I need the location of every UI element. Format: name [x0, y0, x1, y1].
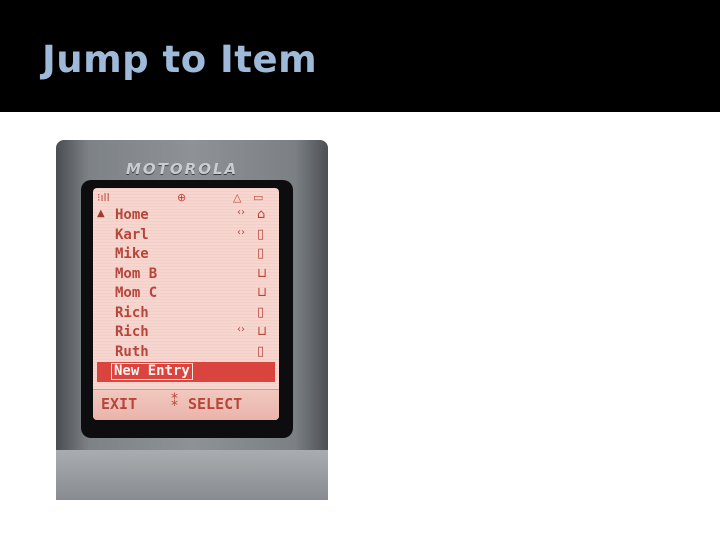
- alert-icon: △: [233, 191, 242, 204]
- contact-row[interactable]: New Entry: [97, 362, 275, 382]
- exit-softkey[interactable]: EXIT: [101, 395, 137, 413]
- mobile-icon: ▯: [257, 226, 265, 242]
- signal-icon: ⁝ıll: [97, 191, 110, 204]
- mobile-icon: ▯: [257, 246, 265, 261]
- contact-row[interactable]: Ruth ▯: [97, 343, 279, 363]
- select-softkey[interactable]: SELECT: [188, 395, 242, 413]
- phonebook-icon: ⊕: [177, 191, 187, 204]
- contact-name: Mom B: [115, 265, 158, 282]
- slide-title: Jump to Item: [42, 38, 318, 81]
- contact-row[interactable]: Mike ▯: [97, 245, 279, 265]
- brand-logo: MOTOROLA: [126, 160, 239, 178]
- contact-row[interactable]: Mom C ⊔: [97, 284, 279, 304]
- contact-row[interactable]: ▲ Home ‹› ⌂: [97, 206, 279, 226]
- ringer-icon: ‹›: [237, 207, 245, 218]
- contact-name: Karl: [115, 226, 149, 243]
- house-icon: ⌂: [257, 207, 266, 222]
- ringer-icon: ‹›: [237, 324, 245, 335]
- phone-photo: MOTOROLA ⁝ıll ⊕ △ ▭ ▲ Home ‹› ⌂ Karl ‹› ▯ Mike ▯…: [56, 140, 328, 500]
- contact-list[interactable]: ▲ Home ‹› ⌂ Karl ‹› ▯ Mike ▯ Mom B ⊔ Mom C ⊔ Rich ▯ Ric…: [97, 206, 279, 382]
- ringer-icon: ‹›: [237, 226, 245, 238]
- contact-name: Mom C: [115, 285, 158, 301]
- work-icon: ⊔: [257, 324, 268, 339]
- mobile-icon: ▯: [257, 304, 265, 320]
- work-icon: ⊔: [257, 285, 268, 300]
- contact-row[interactable]: Karl ‹› ▯: [97, 226, 279, 246]
- battery-icon: ▭: [253, 191, 264, 204]
- contact-name: Ruth: [115, 343, 149, 360]
- contact-name: Mike: [115, 246, 149, 262]
- phone-screen: ⁝ıll ⊕ △ ▭ ▲ Home ‹› ⌂ Karl ‹› ▯ Mike ▯ Mom B ⊔ Mom…: [93, 188, 279, 420]
- status-bar: ⁝ıll ⊕ △ ▭: [97, 191, 275, 205]
- contact-name: Rich: [115, 304, 149, 321]
- contact-row[interactable]: Mom B ⊔: [97, 265, 279, 285]
- work-icon: ⊔: [257, 265, 268, 281]
- menu-icon[interactable]: ⁑: [171, 394, 178, 410]
- contact-row[interactable]: Rich ▯: [97, 304, 279, 324]
- phone-hinge: [56, 450, 328, 500]
- mobile-icon: ▯: [257, 343, 265, 359]
- scroll-up-arrow-icon: ▲: [97, 208, 105, 219]
- slide-header: Jump to Item: [0, 0, 720, 112]
- contact-name: Rich: [115, 324, 149, 340]
- softkey-bar: EXIT ⁑ SELECT: [93, 389, 279, 420]
- contact-name: Home: [115, 207, 149, 223]
- contact-name: New Entry: [111, 363, 193, 380]
- contact-row[interactable]: Rich ‹› ⊔: [97, 323, 279, 343]
